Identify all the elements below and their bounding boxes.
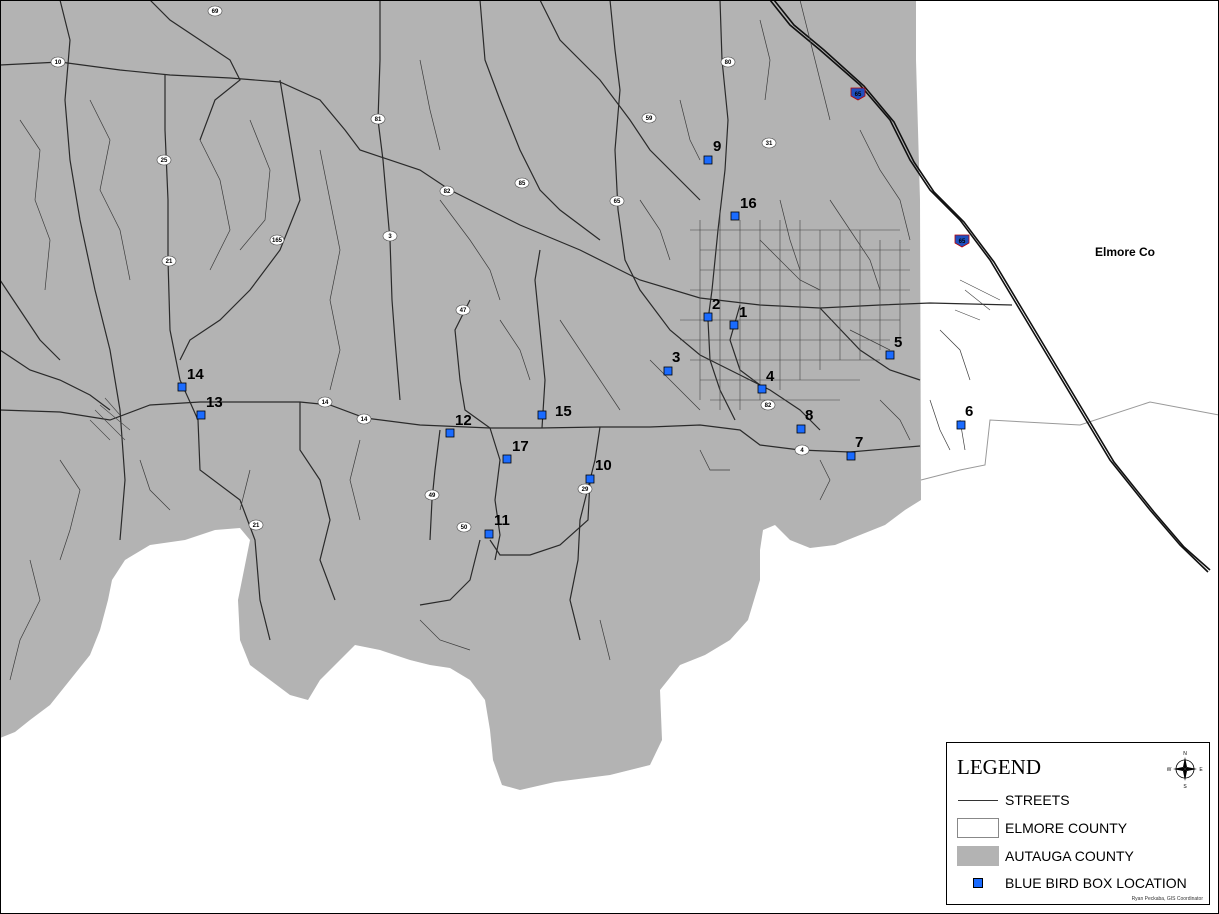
svg-text:N: N bbox=[1183, 751, 1187, 757]
svg-text:7: 7 bbox=[855, 434, 863, 451]
svg-text:65: 65 bbox=[855, 92, 862, 98]
svg-text:49: 49 bbox=[429, 493, 436, 499]
svg-text:59: 59 bbox=[646, 116, 653, 122]
route-shield: 80 bbox=[720, 56, 736, 68]
svg-text:W: W bbox=[1167, 767, 1172, 773]
legend-item-elmore: ELMORE COUNTY bbox=[957, 817, 1127, 839]
blue-square-icon bbox=[957, 873, 999, 893]
svg-text:6: 6 bbox=[965, 403, 973, 420]
svg-text:17: 17 bbox=[512, 438, 529, 455]
route-shield: 82 bbox=[439, 185, 455, 197]
svg-text:82: 82 bbox=[765, 403, 772, 409]
svg-text:9: 9 bbox=[713, 138, 721, 155]
map-credit: Ryan Peckaba, GIS Coordinator bbox=[1131, 896, 1203, 902]
svg-text:81: 81 bbox=[375, 117, 382, 123]
svg-text:85: 85 bbox=[519, 181, 526, 187]
route-shield: 31 bbox=[761, 137, 777, 149]
svg-text:S: S bbox=[1183, 784, 1187, 789]
gray-swatch bbox=[957, 846, 999, 866]
route-shield: 21 bbox=[248, 519, 264, 531]
svg-text:15: 15 bbox=[555, 403, 572, 420]
svg-text:21: 21 bbox=[253, 523, 260, 529]
route-shield: 25 bbox=[156, 154, 172, 166]
white-swatch bbox=[957, 818, 999, 838]
interstate-shield: 65 bbox=[954, 234, 970, 248]
elmore-county-label: Elmore Co bbox=[1095, 245, 1155, 259]
route-shield: 10 bbox=[50, 56, 66, 68]
route-shield: 81 bbox=[370, 113, 386, 125]
svg-text:11: 11 bbox=[494, 512, 510, 529]
svg-text:50: 50 bbox=[461, 525, 468, 531]
svg-text:69: 69 bbox=[212, 9, 219, 15]
svg-text:14: 14 bbox=[322, 400, 329, 406]
svg-text:165: 165 bbox=[272, 238, 283, 244]
route-shield: 65 bbox=[609, 195, 625, 207]
autauga-county-area bbox=[0, 0, 921, 790]
compass-rose-icon: N S E W bbox=[1167, 749, 1204, 790]
route-shield: 50 bbox=[456, 521, 472, 533]
svg-text:2: 2 bbox=[712, 296, 720, 313]
svg-text:10: 10 bbox=[55, 60, 62, 66]
route-shield: 69 bbox=[207, 5, 223, 17]
legend-item-bird-box: BLUE BIRD BOX LOCATION bbox=[957, 872, 1187, 894]
svg-text:14: 14 bbox=[361, 417, 368, 423]
route-shield: 82 bbox=[760, 399, 776, 411]
svg-text:1: 1 bbox=[739, 304, 747, 321]
svg-text:29: 29 bbox=[582, 487, 589, 493]
route-shield: 85 bbox=[514, 177, 530, 189]
svg-text:65: 65 bbox=[614, 199, 621, 205]
svg-text:25: 25 bbox=[161, 158, 168, 164]
route-shield: 49 bbox=[424, 489, 440, 501]
route-shield: 14 bbox=[356, 413, 372, 425]
legend: LEGEND N S E W STREETS ELMORE COUNTY AUT… bbox=[946, 742, 1210, 905]
route-shield: 21 bbox=[161, 255, 177, 267]
line-icon bbox=[957, 790, 999, 810]
svg-text:16: 16 bbox=[740, 195, 757, 212]
route-shield: 165 bbox=[269, 234, 285, 246]
svg-text:13: 13 bbox=[206, 394, 223, 411]
svg-text:47: 47 bbox=[460, 308, 467, 314]
legend-item-streets: STREETS bbox=[957, 789, 1070, 811]
route-shield: 14 bbox=[317, 396, 333, 408]
route-shield: 29 bbox=[577, 483, 593, 495]
svg-text:31: 31 bbox=[766, 141, 773, 147]
route-shield: 59 bbox=[641, 112, 657, 124]
route-shield: 3 bbox=[382, 230, 398, 242]
svg-text:4: 4 bbox=[766, 368, 775, 385]
svg-text:5: 5 bbox=[894, 334, 902, 351]
legend-item-autauga: AUTAUGA COUNTY bbox=[957, 845, 1134, 867]
svg-text:E: E bbox=[1199, 767, 1203, 773]
svg-text:8: 8 bbox=[805, 407, 813, 424]
svg-text:10: 10 bbox=[595, 457, 612, 474]
svg-text:12: 12 bbox=[455, 412, 472, 429]
bird-box-6[interactable]: 6 bbox=[956, 403, 973, 430]
svg-text:65: 65 bbox=[959, 239, 966, 245]
svg-text:14: 14 bbox=[187, 366, 204, 383]
route-shield: 4 bbox=[794, 444, 810, 456]
svg-text:80: 80 bbox=[725, 60, 732, 66]
svg-text:21: 21 bbox=[166, 259, 173, 265]
svg-text:3: 3 bbox=[672, 349, 680, 366]
legend-title: LEGEND bbox=[957, 755, 1041, 779]
route-shield: 47 bbox=[455, 304, 471, 316]
svg-text:82: 82 bbox=[444, 189, 451, 195]
